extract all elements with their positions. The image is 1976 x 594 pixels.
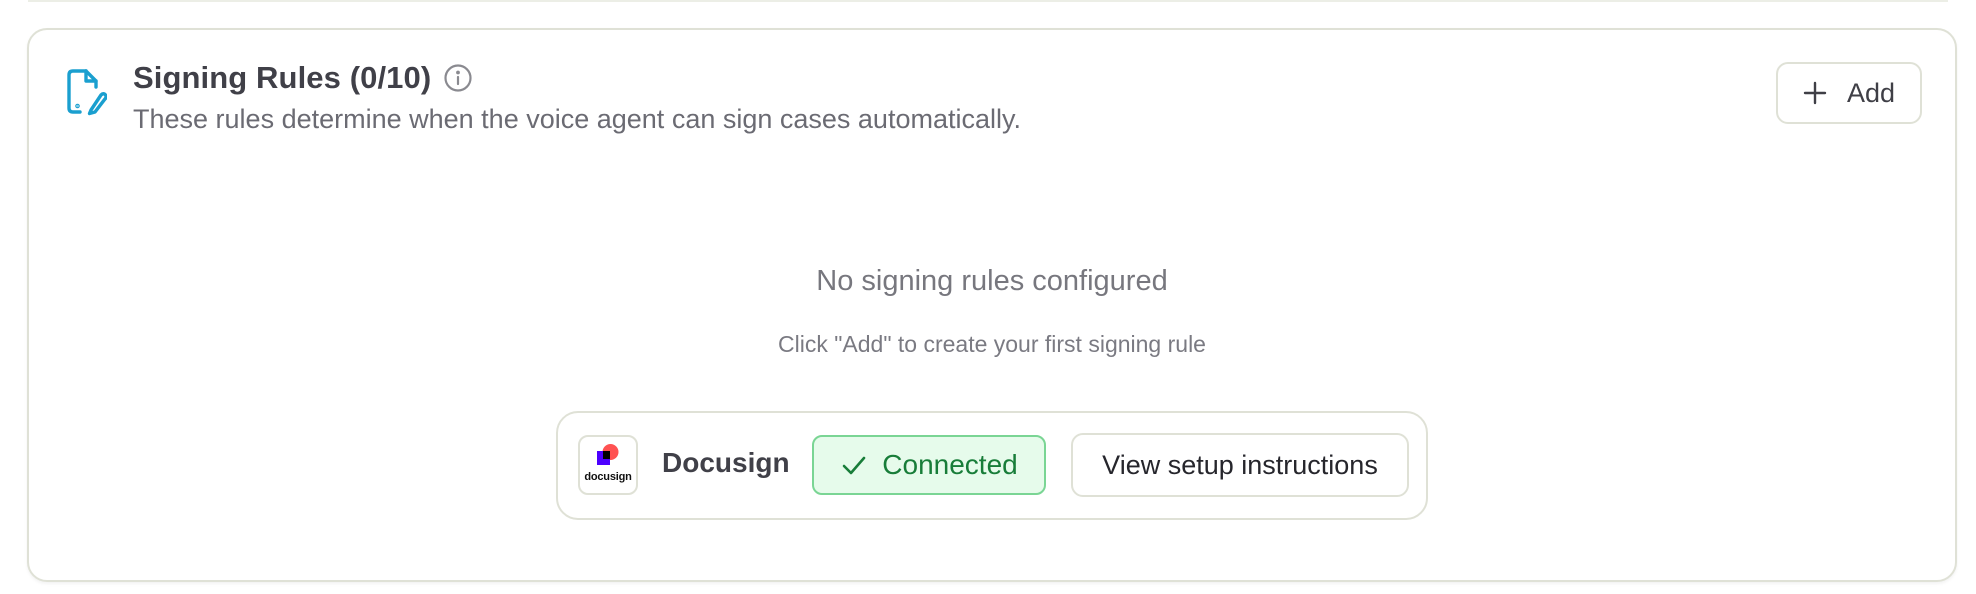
docusign-logo: docusign: [578, 435, 638, 495]
empty-state-title: No signing rules configured: [816, 265, 1168, 297]
integration-name: Docusign: [662, 447, 790, 478]
section-title: Signing Rules (0/10): [133, 60, 432, 95]
docusign-logo-text: docusign: [584, 471, 632, 483]
check-icon: [840, 451, 868, 479]
setup-button-label: View setup instructions: [1102, 449, 1378, 480]
signing-rules-card: Signing Rules (0/10) These rules determi…: [27, 28, 1957, 582]
connected-status-label: Connected: [882, 449, 1018, 480]
docusign-integration-panel: docusign Docusign Connected View setup i…: [556, 411, 1428, 520]
connected-status-badge: Connected: [812, 435, 1046, 495]
view-setup-instructions-button[interactable]: View setup instructions: [1071, 433, 1409, 497]
section-subtitle: These rules determine when the voice age…: [133, 104, 1021, 134]
title-row: Signing Rules (0/10): [133, 60, 473, 96]
plus-icon: [1803, 81, 1827, 105]
top-divider: [28, 0, 1948, 2]
empty-state-hint: Click "Add" to create your first signing…: [778, 331, 1206, 357]
add-button[interactable]: Add: [1776, 62, 1922, 124]
document-signature-icon: [65, 68, 108, 116]
add-button-label: Add: [1846, 77, 1896, 108]
info-icon[interactable]: [443, 63, 473, 93]
